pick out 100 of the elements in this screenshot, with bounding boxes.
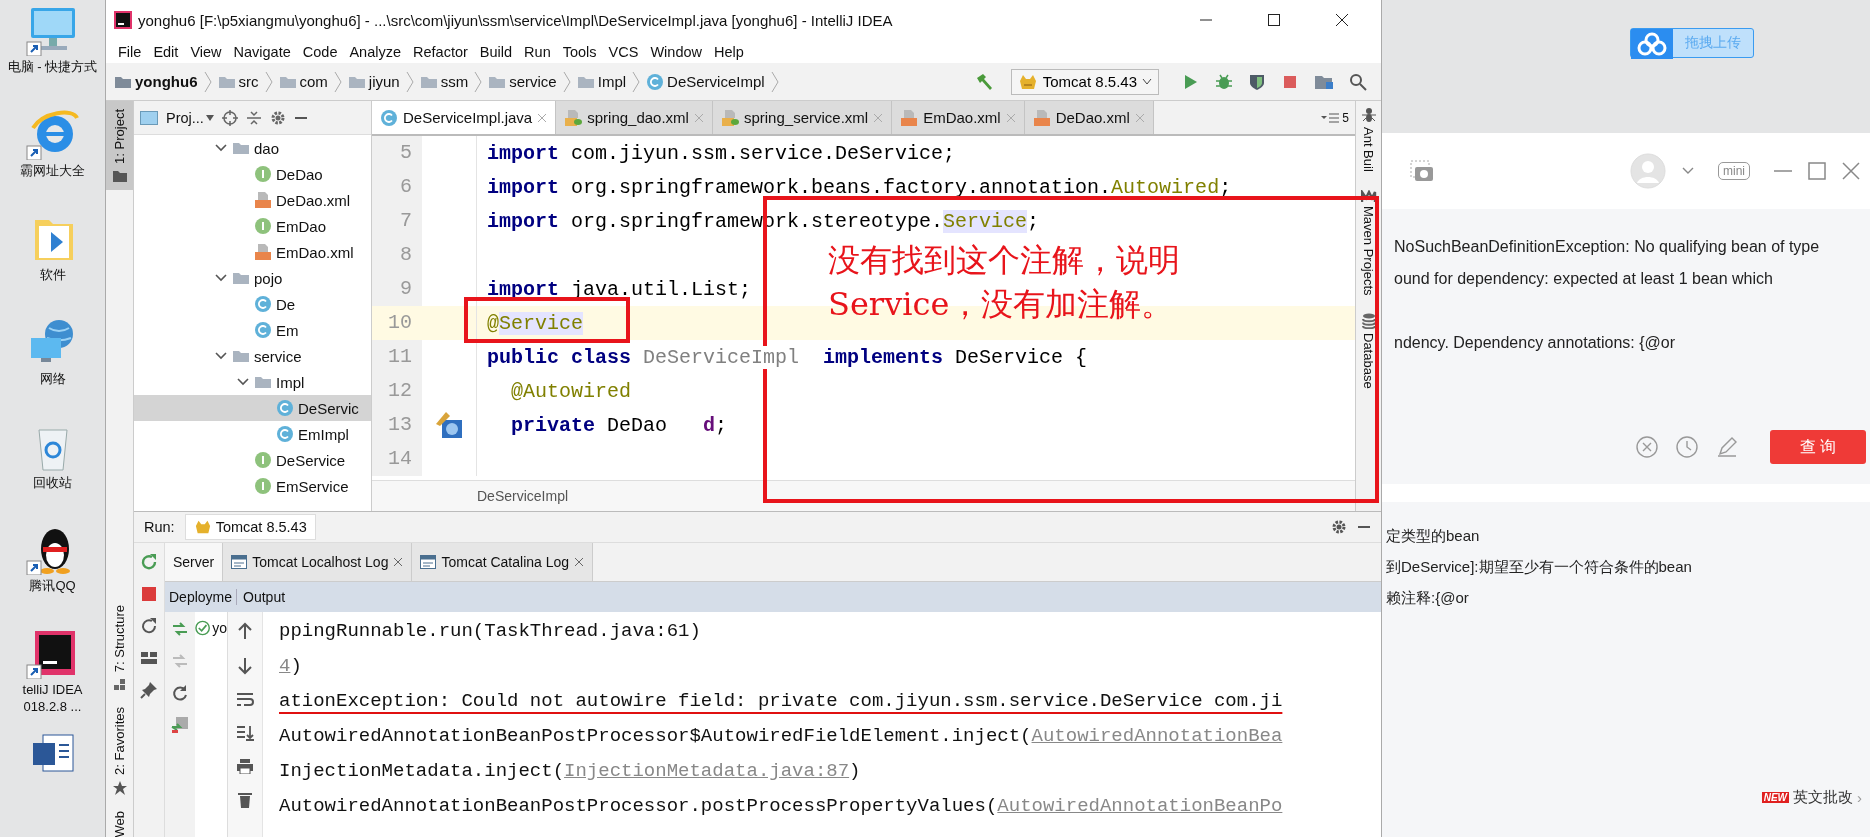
menu-item[interactable]: VCS: [602, 43, 645, 60]
tree-item[interactable]: pojo: [254, 269, 283, 287]
menu-item[interactable]: Build: [473, 43, 519, 60]
tree-item[interactable]: EmImpl: [298, 425, 349, 443]
chevron-down-icon[interactable]: [1682, 167, 1694, 175]
shortcut-label[interactable]: telliJ IDEA 018.2.8 ...: [2, 681, 103, 716]
shortcut-label[interactable]: 软件: [39, 265, 66, 283]
scroll-to-end-icon[interactable]: [236, 725, 254, 741]
search-icon[interactable]: [1349, 72, 1367, 91]
deploy-artifact-icon[interactable]: [171, 716, 189, 734]
shortcut-label[interactable]: 电脑 - 快捷方式: [7, 58, 98, 75]
breadcrumb-item[interactable]: DeServiceImpl: [667, 73, 765, 90]
shortcut-label[interactable]: 回收站: [33, 473, 72, 491]
tool-window-tab[interactable]: 2: Favorites: [106, 698, 133, 803]
breadcrumb-item[interactable]: Impl: [597, 73, 627, 90]
tool-window-tab[interactable]: Database: [1361, 313, 1376, 390]
maximize-icon[interactable]: [1267, 13, 1281, 27]
editor-breadcrumb[interactable]: DeServiceImpl: [477, 488, 569, 504]
refresh-icon[interactable]: [171, 684, 189, 702]
breadcrumb-item[interactable]: src: [238, 73, 259, 90]
breadcrumb-item[interactable]: ssm: [440, 73, 469, 90]
shortcut-label[interactable]: 网络: [39, 369, 66, 387]
tree-item[interactable]: service: [254, 347, 302, 365]
editor-tab[interactable]: spring_dao.xml: [556, 101, 713, 134]
tree-item[interactable]: EmService: [276, 477, 349, 495]
editor-tab[interactable]: DeServiceImpl.java: [372, 101, 557, 134]
editor-tab[interactable]: DeDao.xml: [1024, 101, 1154, 134]
input-text[interactable]: ndency. Dependency annotations: {@or: [1394, 327, 1870, 359]
menu-item[interactable]: File: [112, 43, 148, 60]
menu-item[interactable]: Analyze: [343, 43, 408, 60]
tree-item[interactable]: dao: [254, 139, 280, 157]
tree-item[interactable]: DeDao.xml: [276, 191, 351, 209]
bug-icon[interactable]: [1215, 72, 1233, 91]
menu-item[interactable]: View: [184, 43, 228, 60]
deploy-icon[interactable]: [171, 620, 189, 638]
tool-window-tab[interactable]: 7: Structure: [106, 597, 133, 699]
shortcut-label[interactable]: 霸网址大全: [20, 161, 85, 179]
pin-icon[interactable]: [140, 681, 158, 699]
history-icon[interactable]: [1676, 436, 1698, 458]
breadcrumb-item[interactable]: com: [299, 73, 328, 90]
screenshot-icon[interactable]: [1410, 160, 1434, 182]
editor-tab[interactable]: spring_service.xml: [712, 101, 893, 134]
menu-item[interactable]: Code: [296, 43, 344, 60]
query-button[interactable]: 查 询: [1770, 430, 1866, 464]
mini-mode-button[interactable]: mini: [1718, 162, 1750, 180]
menu-item[interactable]: Edit: [147, 43, 185, 60]
menu-item[interactable]: Window: [644, 43, 708, 60]
tree-item[interactable]: Impl: [276, 373, 305, 391]
shortcut-label[interactable]: 腾讯QQ: [29, 577, 76, 595]
console-tab[interactable]: Tomcat Localhost Log: [223, 543, 413, 581]
trash-icon[interactable]: [237, 791, 253, 809]
arrow-up-icon[interactable]: [237, 622, 253, 640]
menu-item[interactable]: Run: [518, 43, 557, 60]
tool-window-tab[interactable]: 1: Project: [106, 101, 133, 190]
injection-icon[interactable]: [434, 410, 464, 440]
close-icon[interactable]: [1335, 13, 1349, 27]
restart-icon[interactable]: [140, 617, 158, 635]
breadcrumb-item[interactable]: yonghu6: [135, 73, 198, 90]
panel-title-dropdown[interactable]: Proj...: [166, 109, 204, 126]
deployment-item[interactable]: yo: [212, 620, 227, 636]
collapse-icon[interactable]: [245, 109, 262, 126]
breadcrumb-item[interactable]: jiyun: [368, 73, 400, 90]
console-tab[interactable]: Server: [165, 543, 224, 581]
editor-tab[interactable]: EmDao.xml: [892, 101, 1025, 134]
tab-overflow-button[interactable]: 5: [1315, 101, 1355, 134]
menu-item[interactable]: Navigate: [227, 43, 297, 60]
tool-window-tab[interactable]: Ant Buil: [1361, 107, 1376, 172]
caret-icon[interactable]: [205, 114, 214, 121]
globe-e-icon[interactable]: [24, 109, 81, 160]
menu-item[interactable]: Tools: [556, 43, 603, 60]
tool-window-tab[interactable]: Maven Projects: [1360, 189, 1377, 296]
run-tab[interactable]: Tomcat 8.5.43: [184, 514, 316, 540]
tree-item[interactable]: DeDao: [276, 165, 323, 183]
input-text[interactable]: NoSuchBeanDefinitionException: No qualifying bean of type: [1394, 231, 1870, 263]
rerun-icon[interactable]: [140, 553, 158, 571]
shield-icon[interactable]: [1248, 72, 1266, 91]
soft-wrap-icon[interactable]: [236, 692, 254, 708]
input-text[interactable]: ound for dependency: expected at least 1 bean which: [1394, 263, 1870, 295]
tree-item[interactable]: DeService: [276, 451, 346, 469]
print-icon[interactable]: [236, 758, 254, 774]
tree-item[interactable]: De: [276, 295, 296, 313]
menu-item[interactable]: Refactor: [407, 43, 474, 60]
layout-icon[interactable]: [140, 649, 158, 667]
console-tab[interactable]: Tomcat Catalina Log: [412, 543, 594, 581]
tree-item[interactable]: DeServic: [298, 399, 359, 417]
edit-icon[interactable]: [1716, 436, 1738, 458]
menu-item[interactable]: Help: [708, 43, 750, 60]
tree-item[interactable]: Em: [276, 321, 299, 339]
arrow-down-icon[interactable]: [237, 657, 253, 675]
target-icon[interactable]: [221, 109, 238, 126]
clear-icon[interactable]: [1636, 436, 1658, 458]
stop-icon[interactable]: [140, 585, 158, 603]
feature-link[interactable]: 英文批改: [1793, 788, 1853, 807]
tool-window-tab[interactable]: Web: [106, 802, 133, 837]
breadcrumb-item[interactable]: service: [509, 73, 557, 90]
tree-item[interactable]: EmDao.xml: [276, 243, 354, 261]
run-config-dropdown[interactable]: Tomcat 8.5.43: [1010, 68, 1159, 95]
settings-icon[interactable]: [269, 109, 286, 126]
tree-item[interactable]: EmDao: [276, 217, 327, 235]
settings-icon[interactable]: [1331, 519, 1347, 535]
